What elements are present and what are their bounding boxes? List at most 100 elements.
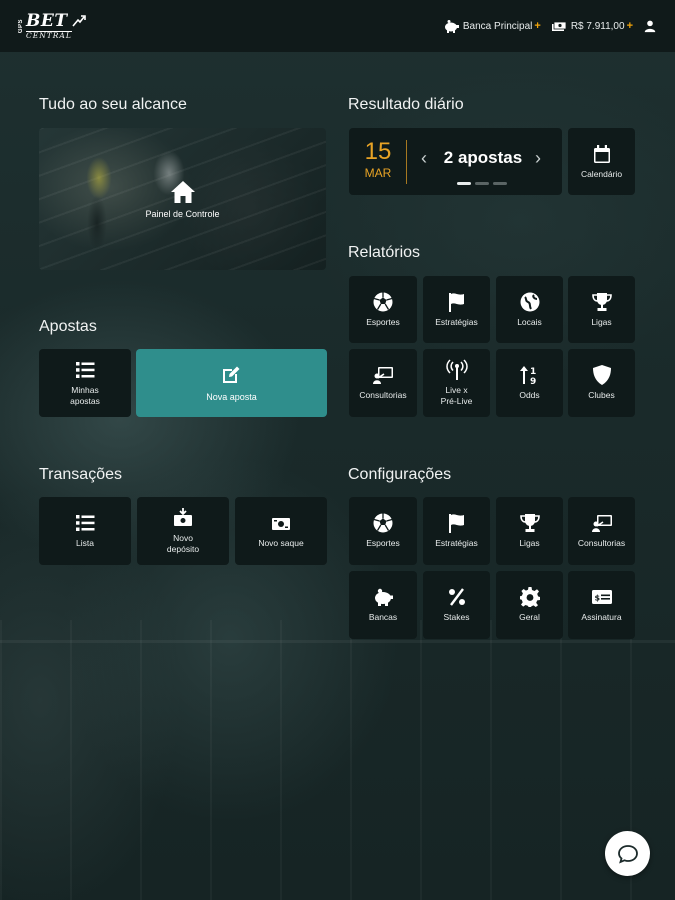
config-label: Esportes [366, 538, 400, 549]
svg-text:$: $ [594, 594, 600, 603]
config-geral[interactable]: Geral [496, 571, 563, 639]
config-ligas[interactable]: Ligas [496, 497, 563, 565]
my-bets-label-2: apostas [70, 396, 100, 406]
config-label: Geral [519, 612, 540, 623]
date-month: MAR [364, 166, 392, 180]
svg-text:9: 9 [530, 377, 536, 386]
piggy-bank-icon [372, 586, 394, 608]
report-estrategias[interactable]: Estratégias [423, 276, 490, 343]
new-bet-button[interactable]: Nova aposta [136, 349, 327, 417]
hero-image-player [69, 138, 129, 248]
config-label: Ligas [519, 538, 540, 549]
chat-bubble-icon [617, 844, 638, 864]
money-stack-icon [551, 21, 567, 31]
percent-icon [446, 586, 468, 608]
bets-count[interactable]: 2 apostas [441, 148, 525, 168]
report-esportes[interactable]: Esportes [349, 276, 417, 343]
gear-icon [519, 586, 541, 608]
report-consultorias[interactable]: Consultorias [349, 349, 417, 417]
report-live-prelive[interactable]: Live x Pré-Live [423, 349, 490, 417]
report-ligas[interactable]: Ligas [568, 276, 635, 343]
sort-numeric-icon: 19 [519, 364, 541, 386]
svg-text:1: 1 [530, 367, 536, 377]
report-label: Ligas [591, 316, 612, 327]
flag-icon [446, 291, 468, 313]
config-esportes[interactable]: Esportes [349, 497, 417, 565]
logo-central: CENTRAL [26, 30, 72, 40]
user-icon[interactable] [643, 19, 657, 33]
dashboard-card[interactable]: Painel de Controle [39, 128, 326, 270]
config-label: Estratégias [435, 538, 478, 549]
config-estrategias[interactable]: Estratégias [423, 497, 490, 565]
new-deposit-button[interactable]: Novo depósito [137, 497, 229, 565]
my-bets-button[interactable]: Minhas apostas [39, 349, 131, 417]
top-bar: GPS BET CENTRAL Banca Principal + R$ 7.9… [0, 0, 675, 52]
chevron-right-icon[interactable]: › [535, 148, 541, 169]
logo-pre: GPS [18, 18, 24, 34]
carousel-dots [457, 182, 507, 185]
report-label: Live x [445, 384, 468, 395]
globe-icon [519, 291, 541, 313]
date-day: 15 [364, 138, 392, 165]
dashboard-label: Painel de Controle [145, 209, 220, 219]
balance-display[interactable]: R$ 7.911,00 + [551, 19, 633, 33]
carousel-dot[interactable] [475, 182, 489, 185]
flag-icon [446, 512, 468, 534]
carousel-dot[interactable] [493, 182, 507, 185]
soccer-ball-icon [372, 512, 394, 534]
section-title-relatorios: Relatórios [348, 244, 421, 261]
report-locais[interactable]: Locais [496, 276, 563, 343]
report-label: Odds [519, 390, 540, 401]
trophy-icon [519, 512, 541, 534]
section-title-transacoes: Transações [39, 466, 122, 483]
app-logo[interactable]: GPS BET CENTRAL [18, 10, 86, 40]
report-label-2: Pré-Live [440, 396, 473, 406]
logo-arrow-icon [72, 15, 86, 27]
chat-button[interactable] [605, 831, 650, 876]
broadcast-icon [445, 359, 468, 381]
config-assinatura[interactable]: $ Assinatura [568, 571, 635, 639]
carousel-dot[interactable] [457, 182, 471, 185]
presentation-icon [591, 512, 613, 534]
transactions-list-button[interactable]: Lista [39, 497, 131, 565]
section-title-tudo: Tudo ao seu alcance [39, 96, 187, 113]
report-label: Consultorias [359, 390, 407, 401]
bank-plus-icon: + [534, 20, 541, 32]
piggy-bank-icon [444, 20, 459, 33]
config-label: Consultorias [577, 538, 626, 549]
new-deposit-label-2: depósito [166, 544, 200, 554]
report-clubes[interactable]: Clubes [568, 349, 635, 417]
section-title-apostas: Apostas [39, 318, 97, 335]
config-stakes[interactable]: Stakes [423, 571, 490, 639]
balance-value: R$ 7.911,00 [570, 20, 625, 32]
background-lines [0, 620, 675, 900]
deposit-icon [172, 507, 194, 529]
config-bancas[interactable]: Bancas [349, 571, 417, 639]
bank-selector[interactable]: Banca Principal + [443, 19, 541, 33]
chevron-left-icon[interactable]: ‹ [421, 148, 427, 169]
report-odds[interactable]: 19 Odds [496, 349, 563, 417]
transactions-list-label: Lista [76, 538, 94, 549]
calendar-icon [591, 143, 613, 165]
logo-bet: BET [26, 10, 68, 31]
report-label: Esportes [366, 316, 400, 327]
report-label: Clubes [588, 390, 615, 401]
shield-icon [591, 364, 613, 386]
presentation-icon [372, 364, 394, 386]
balance-plus-icon: + [626, 20, 633, 32]
new-bet-label: Nova aposta [206, 392, 257, 402]
calendar-button[interactable]: Calendário [568, 128, 635, 195]
list-icon [74, 359, 96, 381]
daily-result-card: 15 MAR ‹ 2 apostas › [349, 128, 562, 195]
soccer-ball-icon [372, 291, 394, 313]
my-bets-label: Minhas [71, 384, 99, 395]
new-deposit-label: Novo [173, 532, 193, 543]
home-icon [169, 179, 197, 205]
new-withdraw-button[interactable]: Novo saque [235, 497, 327, 565]
report-label: Estratégias [435, 316, 478, 327]
list-icon [74, 512, 96, 534]
bank-label: Banca Principal [462, 20, 533, 32]
edit-icon [220, 364, 244, 388]
config-label: Bancas [368, 612, 398, 623]
config-consultorias[interactable]: Consultorias [568, 497, 635, 565]
